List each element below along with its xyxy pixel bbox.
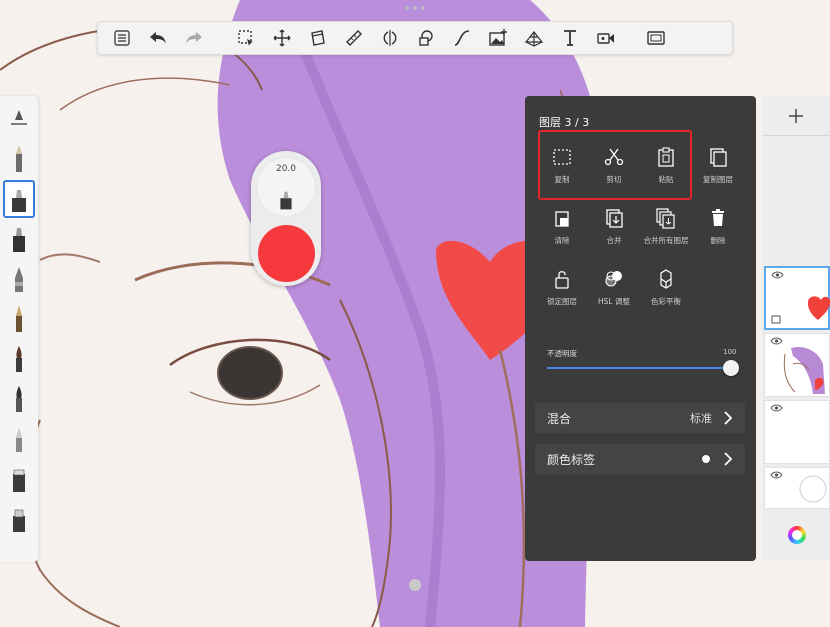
pointed-brush-icon[interactable] — [3, 420, 35, 458]
layer-thumb-empty[interactable] — [764, 400, 830, 464]
hsl-adjust-label: HSL 调整 — [598, 297, 630, 306]
color-tag-row[interactable]: 颜色标签 — [535, 444, 745, 474]
redo-icon[interactable] — [176, 21, 212, 55]
duplicate-layer-button[interactable]: 复制图层 — [694, 146, 742, 185]
list-icon[interactable] — [104, 21, 140, 55]
opacity-slider-track[interactable] — [547, 367, 737, 369]
color-wheel-icon[interactable] — [788, 526, 806, 544]
smudge-brush-icon[interactable] — [3, 500, 35, 538]
fullscreen-icon[interactable] — [638, 21, 674, 55]
merge-all-button[interactable]: 合并所有图层 — [642, 207, 690, 246]
image-icon[interactable] — [480, 21, 516, 55]
video-icon[interactable] — [588, 21, 624, 55]
brush-puck: 20.0 — [251, 151, 321, 286]
curve-icon[interactable] — [444, 21, 480, 55]
merge-icon — [606, 209, 623, 228]
eye-icon[interactable] — [770, 404, 783, 412]
clear-label: 清除 — [554, 236, 570, 245]
shapes-icon[interactable] — [408, 21, 444, 55]
blend-mode-label: 混合 — [547, 411, 572, 426]
layer-thumb-heart[interactable] — [764, 266, 830, 330]
merge-label: 合并 — [606, 236, 622, 245]
background-color-icon — [799, 475, 827, 503]
merge-button[interactable]: 合并 — [590, 207, 638, 246]
layer-menu-title: 图层 3 / 3 — [539, 116, 590, 129]
brush-palette — [0, 96, 38, 562]
plus-icon — [789, 108, 803, 123]
inking-pen-brush-icon[interactable] — [3, 180, 35, 218]
toolbar-grip[interactable] — [405, 6, 425, 11]
clear-icon — [555, 211, 569, 227]
blend-mode-value: 标准 — [690, 412, 712, 425]
clear-button[interactable]: 清除 — [538, 207, 586, 246]
lock-layer-button[interactable]: 锁定图层 — [538, 268, 586, 307]
undo-icon[interactable] — [140, 21, 176, 55]
symmetry-icon[interactable] — [372, 21, 408, 55]
color-balance-button[interactable]: 色彩平衡 — [642, 268, 690, 307]
chevron-right-icon — [724, 452, 733, 466]
wet-brush-icon[interactable] — [3, 380, 35, 418]
duplicate-layer-icon — [710, 148, 727, 167]
heart-thumbnail — [771, 296, 830, 324]
airbrush-brush-icon[interactable] — [3, 260, 35, 298]
opacity-value: 100 — [723, 348, 737, 356]
merge-all-label: 合并所有图层 — [643, 236, 689, 245]
trash-icon — [712, 209, 724, 226]
highlight-box — [538, 130, 692, 200]
layer-thumb-sketch[interactable] — [764, 333, 830, 397]
chevron-right-icon — [724, 411, 733, 425]
marker-brush-icon[interactable] — [3, 220, 35, 258]
hsl-adjust-button[interactable]: HSL 调整 — [590, 268, 638, 307]
text-icon[interactable] — [552, 21, 588, 55]
perspective-icon[interactable] — [516, 21, 552, 55]
pencil-brush-icon[interactable] — [3, 140, 35, 178]
color-balance-label: 色彩平衡 — [651, 297, 681, 306]
merge-all-icon — [656, 208, 675, 229]
add-layer-button[interactable] — [762, 96, 830, 136]
layer-thumb-background[interactable] — [764, 467, 830, 509]
selection-icon[interactable] — [228, 21, 264, 55]
fill-icon[interactable] — [300, 21, 336, 55]
top-toolbar — [97, 21, 733, 55]
layers-panel — [762, 96, 830, 561]
paintbrush-brush-icon[interactable] — [3, 340, 35, 378]
brush-size-value: 20.0 — [275, 164, 297, 174]
delete-button[interactable]: 删除 — [694, 207, 742, 246]
lock-layer-label: 锁定图层 — [547, 297, 577, 306]
lock-icon — [555, 271, 569, 289]
ruler-icon[interactable] — [336, 21, 372, 55]
eraser-brush-icon[interactable] — [3, 460, 35, 498]
transform-icon[interactable] — [264, 21, 300, 55]
canvas-grip-icon[interactable] — [409, 579, 421, 591]
delete-label: 删除 — [710, 236, 726, 245]
opacity-label: 不透明度 — [547, 349, 577, 358]
brush-settings-icon[interactable] — [3, 100, 35, 138]
sketch-thumbnail — [783, 346, 825, 394]
fineliner-brush-icon[interactable] — [3, 300, 35, 338]
color-tag-dot — [702, 455, 710, 463]
brush-size-control[interactable]: 20.0 — [256, 157, 316, 217]
blend-mode-row[interactable]: 混合 标准 — [535, 403, 745, 433]
color-balance-icon — [660, 269, 672, 289]
hsl-icon — [605, 271, 622, 287]
current-color-swatch[interactable] — [258, 225, 315, 282]
color-tag-label: 颜色标签 — [547, 452, 596, 467]
inking-pen-brush-icon — [280, 191, 292, 210]
duplicate-layer-label: 复制图层 — [703, 175, 733, 184]
opacity-slider-knob[interactable] — [723, 360, 739, 376]
